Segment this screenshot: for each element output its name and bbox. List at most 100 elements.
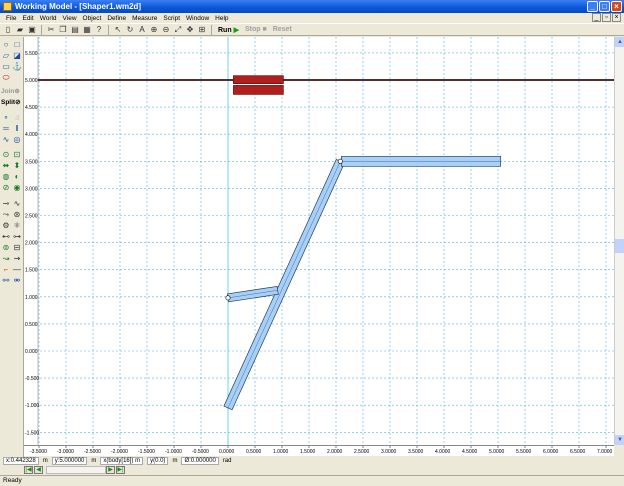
menu-edit[interactable]: Edit: [19, 15, 36, 22]
x-tick-label: 5.0000: [489, 449, 505, 455]
title-bar: Working Model - [Shaper1.wm2d] _ □ ×: [0, 0, 624, 13]
frame-slider[interactable]: [46, 466, 106, 474]
closed-keyed-slot-icon[interactable]: ◉: [12, 183, 22, 193]
step-forward-icon[interactable]: ▶: [106, 466, 115, 474]
rod-tool-icon[interactable]: ⊸: [1, 199, 11, 209]
stop-button[interactable]: Stop ■: [243, 26, 269, 33]
new-file-icon[interactable]: ▯: [3, 25, 13, 35]
spring-damper-icon[interactable]: ⚛: [12, 221, 22, 231]
gear-tool-icon[interactable]: ⚙: [1, 221, 11, 231]
pin-joint[interactable]: [337, 158, 343, 164]
spring-tool-icon[interactable]: ∿: [12, 199, 22, 209]
curved-slot-joint-icon[interactable]: ◍: [1, 172, 11, 182]
separator-tool-icon[interactable]: ⊷: [1, 232, 11, 242]
cut-icon[interactable]: ✂: [46, 25, 56, 35]
gravity-tool-icon[interactable]: ⚯: [1, 276, 11, 286]
menu-view[interactable]: View: [60, 15, 80, 22]
pulley-tool-icon[interactable]: ⊛: [12, 210, 22, 220]
torque-tool-icon[interactable]: —: [12, 265, 22, 275]
text-icon[interactable]: A: [137, 25, 147, 35]
run-button[interactable]: Run ▶: [216, 26, 241, 34]
rigid-joint-icon[interactable]: ⊡: [12, 150, 22, 160]
doc-restore-button[interactable]: ▫: [602, 13, 611, 22]
world-view[interactable]: 5.500 5.000 4.500 4.000 3.500 3.000 2.500 2.000…: [24, 37, 614, 445]
vertical-slot-icon[interactable]: ‖: [12, 124, 22, 134]
curved-keyed-slot-icon[interactable]: ⊘: [1, 183, 11, 193]
x-coordinate: x:0.442328: [3, 456, 39, 465]
maximize-button[interactable]: □: [599, 1, 610, 12]
vertical-scrollbar[interactable]: ▲ ▼: [614, 37, 624, 445]
menu-script[interactable]: Script: [160, 15, 183, 22]
closed-slot-icon[interactable]: ◎: [12, 135, 22, 145]
x-ruler-svg: -3.5000 -3.0000 -2.5000 -2.0000 -1.5000 -1.00…: [30, 446, 613, 455]
actuator-tool-icon[interactable]: ⊟: [12, 243, 22, 253]
pin-joint[interactable]: [225, 295, 231, 301]
forward-end-icon[interactable]: ▶|: [116, 466, 125, 474]
x-tick-label: 2.0000: [327, 449, 343, 455]
menu-window[interactable]: Window: [183, 15, 212, 22]
save-icon[interactable]: ▣: [27, 25, 37, 35]
copy-icon[interactable]: ❐: [58, 25, 68, 35]
rotate-icon[interactable]: ↻: [125, 25, 135, 35]
rotational-damper-icon[interactable]: ⇝: [12, 254, 22, 264]
damper-tool-icon[interactable]: ⊶: [12, 232, 22, 242]
move-icon[interactable]: ✥: [185, 25, 195, 35]
force-tool-icon[interactable]: ⌐: [1, 265, 11, 275]
anchor-tool-icon[interactable]: ⚓: [12, 62, 22, 72]
x-tick-label: 3.0000: [381, 449, 397, 455]
x-tick-label: 1.0000: [273, 449, 289, 455]
y-tick-label: -0.500: [25, 376, 39, 382]
point-tool-icon[interactable]: ∘: [1, 113, 11, 123]
circle-tool-icon[interactable]: ○: [1, 40, 11, 50]
x-tick-label: -2.5000: [84, 449, 101, 455]
brick-block-top[interactable]: [233, 75, 284, 84]
horizontal-slot-joint-icon[interactable]: ⬌: [1, 161, 11, 171]
zoom-in-icon[interactable]: ⊕: [149, 25, 159, 35]
rectangle-tool-icon[interactable]: ▭: [1, 62, 11, 72]
minimize-button[interactable]: _: [587, 1, 598, 12]
help-icon[interactable]: ?: [94, 25, 104, 35]
polygon-tool-icon[interactable]: ▱: [1, 51, 11, 61]
reset-button[interactable]: Reset: [271, 26, 294, 33]
simulation-canvas[interactable]: 5.500 5.000 4.500 4.000 3.500 3.000 2.500 2.000…: [24, 37, 614, 445]
motor-tool-icon[interactable]: ⊚: [1, 243, 11, 253]
square-tool-icon[interactable]: □: [12, 40, 22, 50]
scroll-up-icon[interactable]: ▲: [615, 37, 624, 47]
join-button[interactable]: Join⊕: [1, 87, 23, 97]
doc-minimize-button[interactable]: _: [592, 13, 601, 22]
ellipse-tool-icon[interactable]: ⬭: [1, 73, 11, 83]
air-resistance-icon[interactable]: ⚮: [12, 276, 22, 286]
pointer-icon[interactable]: ↖: [113, 25, 123, 35]
paste-icon[interactable]: ▤: [70, 25, 80, 35]
anchor-icon[interactable]: ⊞: [197, 25, 207, 35]
scroll-thumb[interactable]: [615, 239, 624, 253]
close-button[interactable]: ×: [611, 1, 622, 12]
y-tick-label: 1.500: [25, 268, 38, 274]
rotational-spring-icon[interactable]: ↝: [1, 254, 11, 264]
menu-world[interactable]: World: [37, 15, 60, 22]
rewind-start-icon[interactable]: |◀: [24, 466, 33, 474]
open-folder-icon[interactable]: ▰: [15, 25, 25, 35]
menu-object[interactable]: Object: [80, 15, 105, 22]
print-icon[interactable]: ▦: [82, 25, 92, 35]
menu-help[interactable]: Help: [212, 15, 231, 22]
pin-joint-icon[interactable]: ⊙: [1, 150, 11, 160]
menu-measure[interactable]: Measure: [129, 15, 160, 22]
step-back-icon[interactable]: ◀: [34, 466, 43, 474]
curved-tool-icon[interactable]: ◪: [12, 51, 22, 61]
split-button[interactable]: Split⊘: [1, 98, 23, 108]
menu-file[interactable]: File: [3, 15, 19, 22]
rope-tool-icon[interactable]: ⤳: [1, 210, 11, 220]
horizontal-slot-icon[interactable]: ═: [1, 124, 11, 134]
keyed-slot-joint-icon[interactable]: ◐: [12, 172, 22, 182]
zoom-out-icon[interactable]: ⊖: [161, 25, 171, 35]
menu-define[interactable]: Define: [104, 15, 129, 22]
scroll-down-icon[interactable]: ▼: [615, 435, 624, 445]
curved-slot-icon[interactable]: ∿: [1, 135, 11, 145]
vertical-slot-joint-icon[interactable]: ⬍: [12, 161, 22, 171]
slot-point-icon[interactable]: ◽: [12, 113, 22, 123]
window-title: Working Model - [Shaper1.wm2d]: [15, 2, 142, 11]
zoom-fit-icon[interactable]: ⤢: [173, 25, 183, 35]
doc-close-button[interactable]: ×: [612, 13, 621, 22]
brick-block-bottom[interactable]: [233, 85, 284, 95]
